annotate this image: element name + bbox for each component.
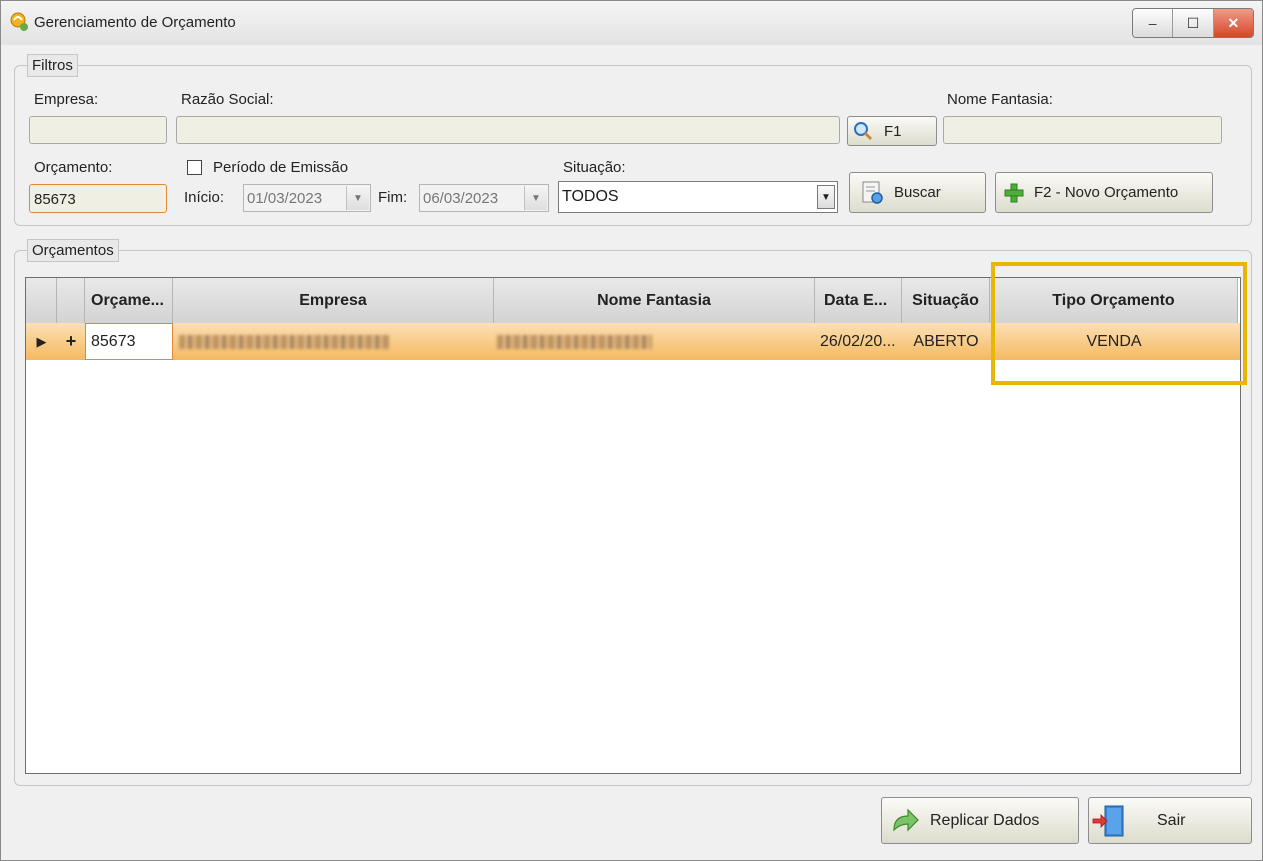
replicate-arrow-icon (893, 808, 919, 831)
column-header-nome-fantasia[interactable]: Nome Fantasia (494, 278, 815, 323)
inicio-date-picker[interactable]: 01/03/2023 ▼ (243, 184, 371, 212)
search-f1-button[interactable]: F1 (847, 116, 937, 146)
column-header-empresa[interactable]: Empresa (173, 278, 494, 323)
column-header-situacao[interactable]: Situação (902, 278, 990, 323)
orcamento-field[interactable]: 85673 (29, 184, 167, 213)
column-header-data-emissao[interactable]: Data E... (815, 278, 902, 323)
close-button[interactable]: ✕ (1213, 9, 1253, 37)
redacted-empresa (179, 334, 389, 349)
window-controls: – ☐ ✕ (1132, 8, 1254, 38)
cell-orcamento-value: 85673 (91, 332, 136, 350)
expand-row-button[interactable]: + (57, 323, 85, 360)
tipo-orcamento-highlight (991, 262, 1247, 385)
cell-empresa (173, 323, 494, 360)
razao-social-label: Razão Social: (181, 91, 274, 108)
redacted-nome-fantasia (497, 334, 652, 349)
periodo-emissao-checkbox[interactable] (187, 160, 202, 175)
inicio-label: Início: (184, 189, 225, 206)
fim-label: Fim: (378, 189, 408, 206)
main-window: Gerenciamento de Orçamento – ☐ ✕ Filtros… (0, 0, 1263, 861)
razao-social-field[interactable] (176, 116, 840, 144)
novo-orcamento-button[interactable]: F2 - Novo Orçamento (995, 172, 1213, 213)
row-indicator-header (26, 278, 57, 323)
buscar-button[interactable]: Buscar (849, 172, 986, 213)
chevron-down-icon[interactable]: ▼ (524, 186, 547, 210)
orcamentos-legend: Orçamentos (27, 239, 119, 262)
replicar-dados-label: Replicar Dados (930, 811, 1040, 829)
cell-orcamento[interactable]: 85673 (85, 323, 173, 360)
periodo-emissao-label: Período de Emissão (213, 159, 349, 176)
maximize-button[interactable]: ☐ (1173, 9, 1214, 37)
fim-date-picker[interactable]: 06/03/2023 ▼ (419, 184, 549, 212)
buscar-label: Buscar (894, 184, 941, 201)
cell-nome-fantasia (494, 323, 815, 360)
plus-icon (1004, 183, 1024, 202)
search-f1-label: F1 (884, 122, 902, 140)
situacao-select[interactable]: TODOS ▼ (558, 181, 838, 213)
magnifier-icon (854, 122, 873, 141)
inicio-date-value: 01/03/2023 (247, 190, 323, 207)
nome-fantasia-label: Nome Fantasia: (947, 91, 1053, 108)
replicar-dados-button[interactable]: Replicar Dados (881, 797, 1079, 844)
current-row-indicator-icon: ▶ (36, 333, 47, 349)
empresa-label: Empresa: (34, 91, 99, 108)
orcamento-label: Orçamento: (34, 159, 113, 176)
filtros-legend: Filtros (27, 54, 78, 77)
minimize-button[interactable]: – (1133, 9, 1174, 37)
title-bar: Gerenciamento de Orçamento – ☐ ✕ (1, 1, 1262, 45)
chevron-down-icon[interactable]: ▼ (346, 186, 369, 210)
expand-header (57, 278, 85, 323)
cell-situacao: ABERTO (913, 332, 979, 350)
column-header-orcamento[interactable]: Orçame... (85, 278, 173, 323)
exit-door-icon (1092, 805, 1124, 836)
search-document-icon (862, 181, 883, 204)
nome-fantasia-field[interactable] (943, 116, 1222, 144)
empresa-field[interactable] (29, 116, 167, 144)
chevron-down-icon[interactable]: ▼ (817, 185, 835, 209)
fim-date-value: 06/03/2023 (423, 190, 499, 207)
window-title: Gerenciamento de Orçamento (34, 14, 236, 31)
cell-data-emissao: 26/02/20... (820, 332, 896, 350)
sair-label: Sair (1157, 811, 1186, 829)
situacao-label: Situação: (563, 159, 626, 176)
situacao-value: TODOS (562, 188, 619, 205)
app-logo-icon (10, 12, 28, 31)
sair-button[interactable]: Sair (1088, 797, 1252, 844)
novo-orcamento-label: F2 - Novo Orçamento (1034, 184, 1179, 201)
